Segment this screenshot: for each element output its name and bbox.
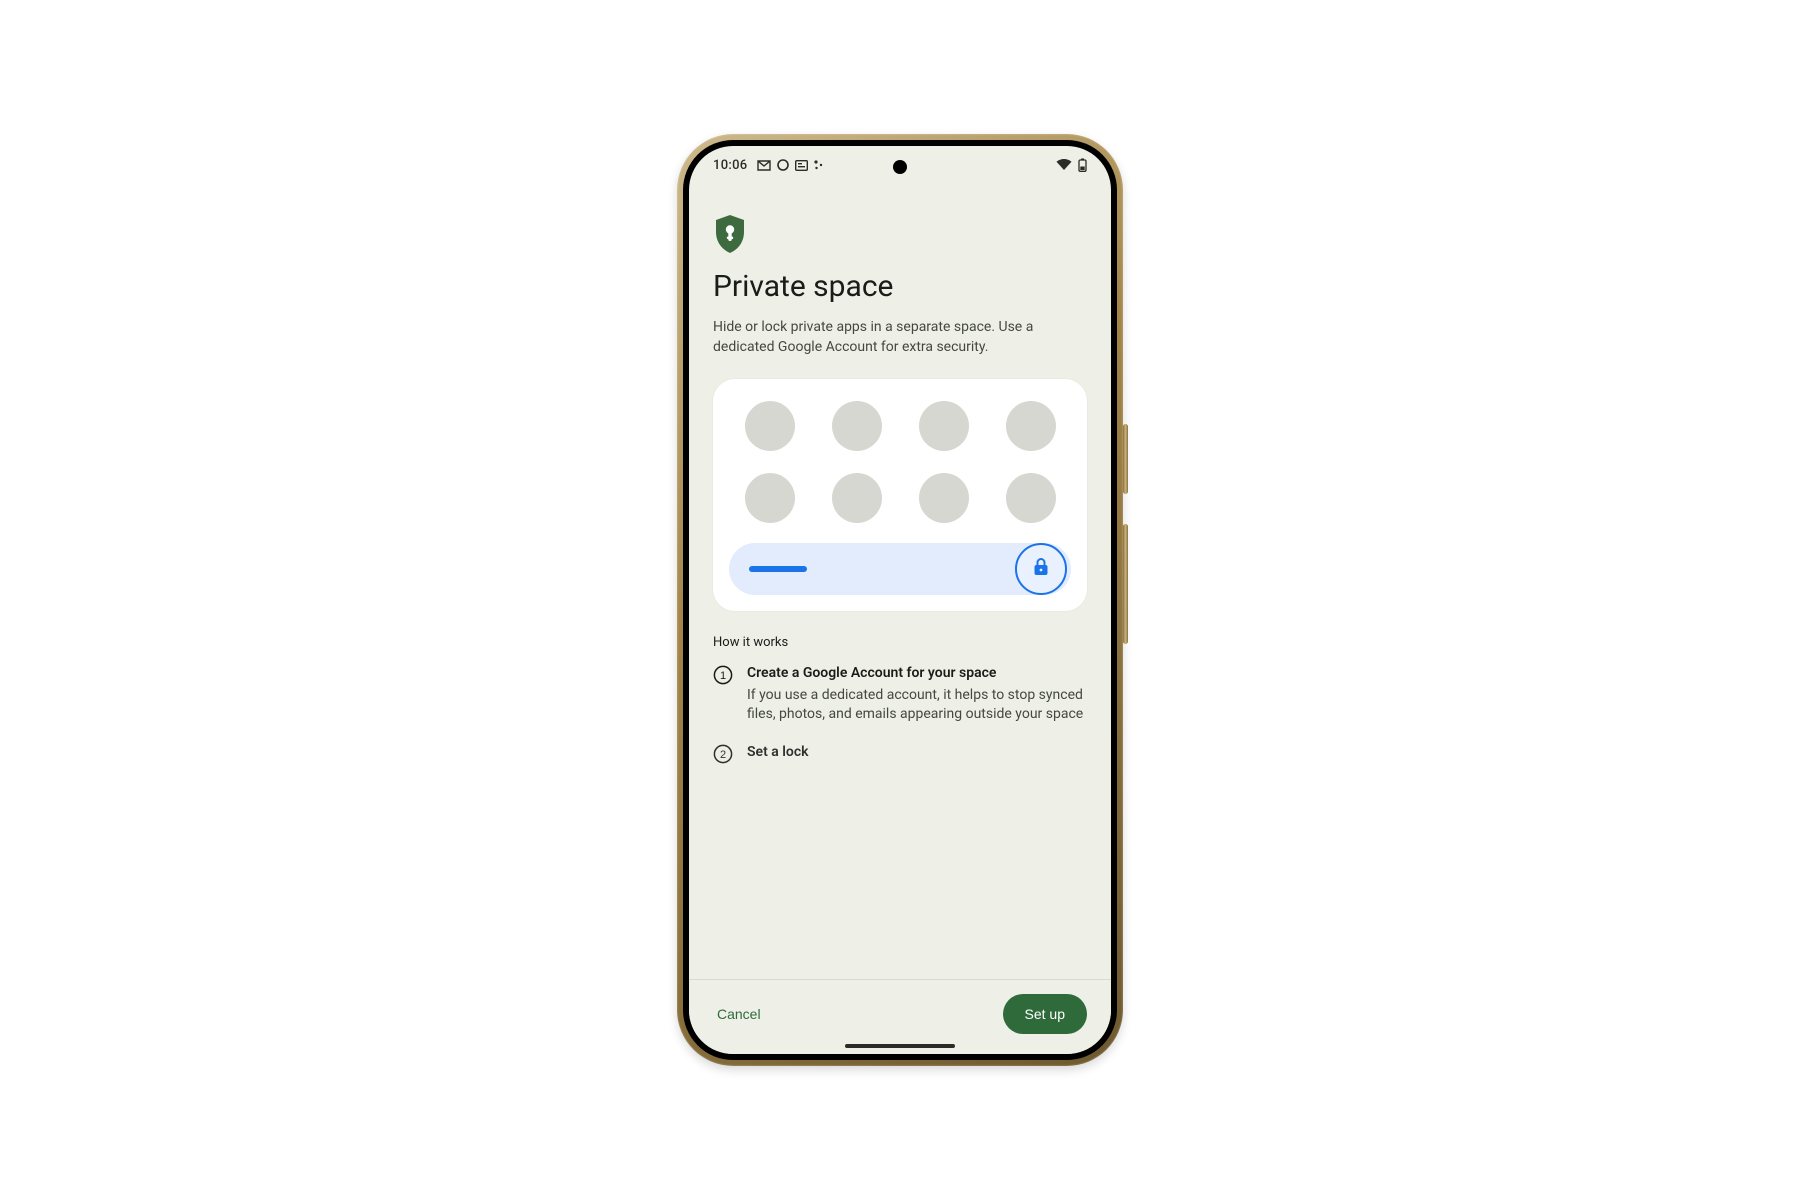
- page-title: Private space: [713, 270, 1087, 305]
- lock-toggle[interactable]: [1015, 543, 1067, 595]
- power-button[interactable]: [1123, 424, 1128, 494]
- step-2-title: Set a lock: [747, 743, 809, 763]
- illustration-card: [713, 379, 1087, 611]
- app-placeholder: [745, 473, 795, 523]
- app-placeholder: [1006, 473, 1056, 523]
- lock-icon: [1032, 557, 1050, 581]
- svg-text:2: 2: [720, 749, 726, 761]
- cancel-button[interactable]: Cancel: [713, 996, 765, 1032]
- how-it-works-label: How it works: [713, 635, 1087, 650]
- app-placeholder: [832, 401, 882, 451]
- step-1-title: Create a Google Account for your space: [747, 664, 1087, 684]
- wifi-icon: [1056, 159, 1072, 171]
- step-one-icon: 1: [713, 665, 733, 685]
- private-space-shield-icon: [713, 214, 747, 254]
- front-camera: [893, 160, 907, 174]
- bottom-action-bar: Cancel Set up: [689, 979, 1111, 1054]
- battery-icon: [1078, 158, 1087, 172]
- step-two-icon: 2: [713, 744, 733, 764]
- gesture-nav-bar[interactable]: [845, 1044, 955, 1048]
- private-space-label-placeholder: [749, 566, 807, 572]
- set-up-button[interactable]: Set up: [1003, 994, 1087, 1034]
- app-placeholder: [919, 401, 969, 451]
- more-icon: [814, 159, 824, 171]
- news-icon: [795, 160, 808, 171]
- screen: 10:06: [689, 146, 1111, 1054]
- volume-button[interactable]: [1123, 524, 1128, 644]
- app-placeholder: [832, 473, 882, 523]
- content-area: Private space Hide or lock private apps …: [689, 184, 1111, 979]
- status-time: 10:06: [713, 158, 747, 173]
- app-placeholder: [1006, 401, 1056, 451]
- gmail-icon: [757, 160, 771, 171]
- step-1: 1 Create a Google Account for your space…: [713, 664, 1087, 725]
- phone-frame: 10:06: [677, 134, 1123, 1066]
- svg-text:1: 1: [720, 670, 726, 682]
- step-2: 2 Set a lock: [713, 743, 1087, 765]
- circle-icon: [777, 159, 789, 171]
- app-placeholder: [745, 401, 795, 451]
- private-space-pill: [729, 543, 1071, 595]
- app-placeholder-grid: [729, 397, 1071, 537]
- page-subtitle: Hide or lock private apps in a separate …: [713, 317, 1087, 358]
- app-placeholder: [919, 473, 969, 523]
- step-1-body: If you use a dedicated account, it helps…: [747, 687, 1083, 723]
